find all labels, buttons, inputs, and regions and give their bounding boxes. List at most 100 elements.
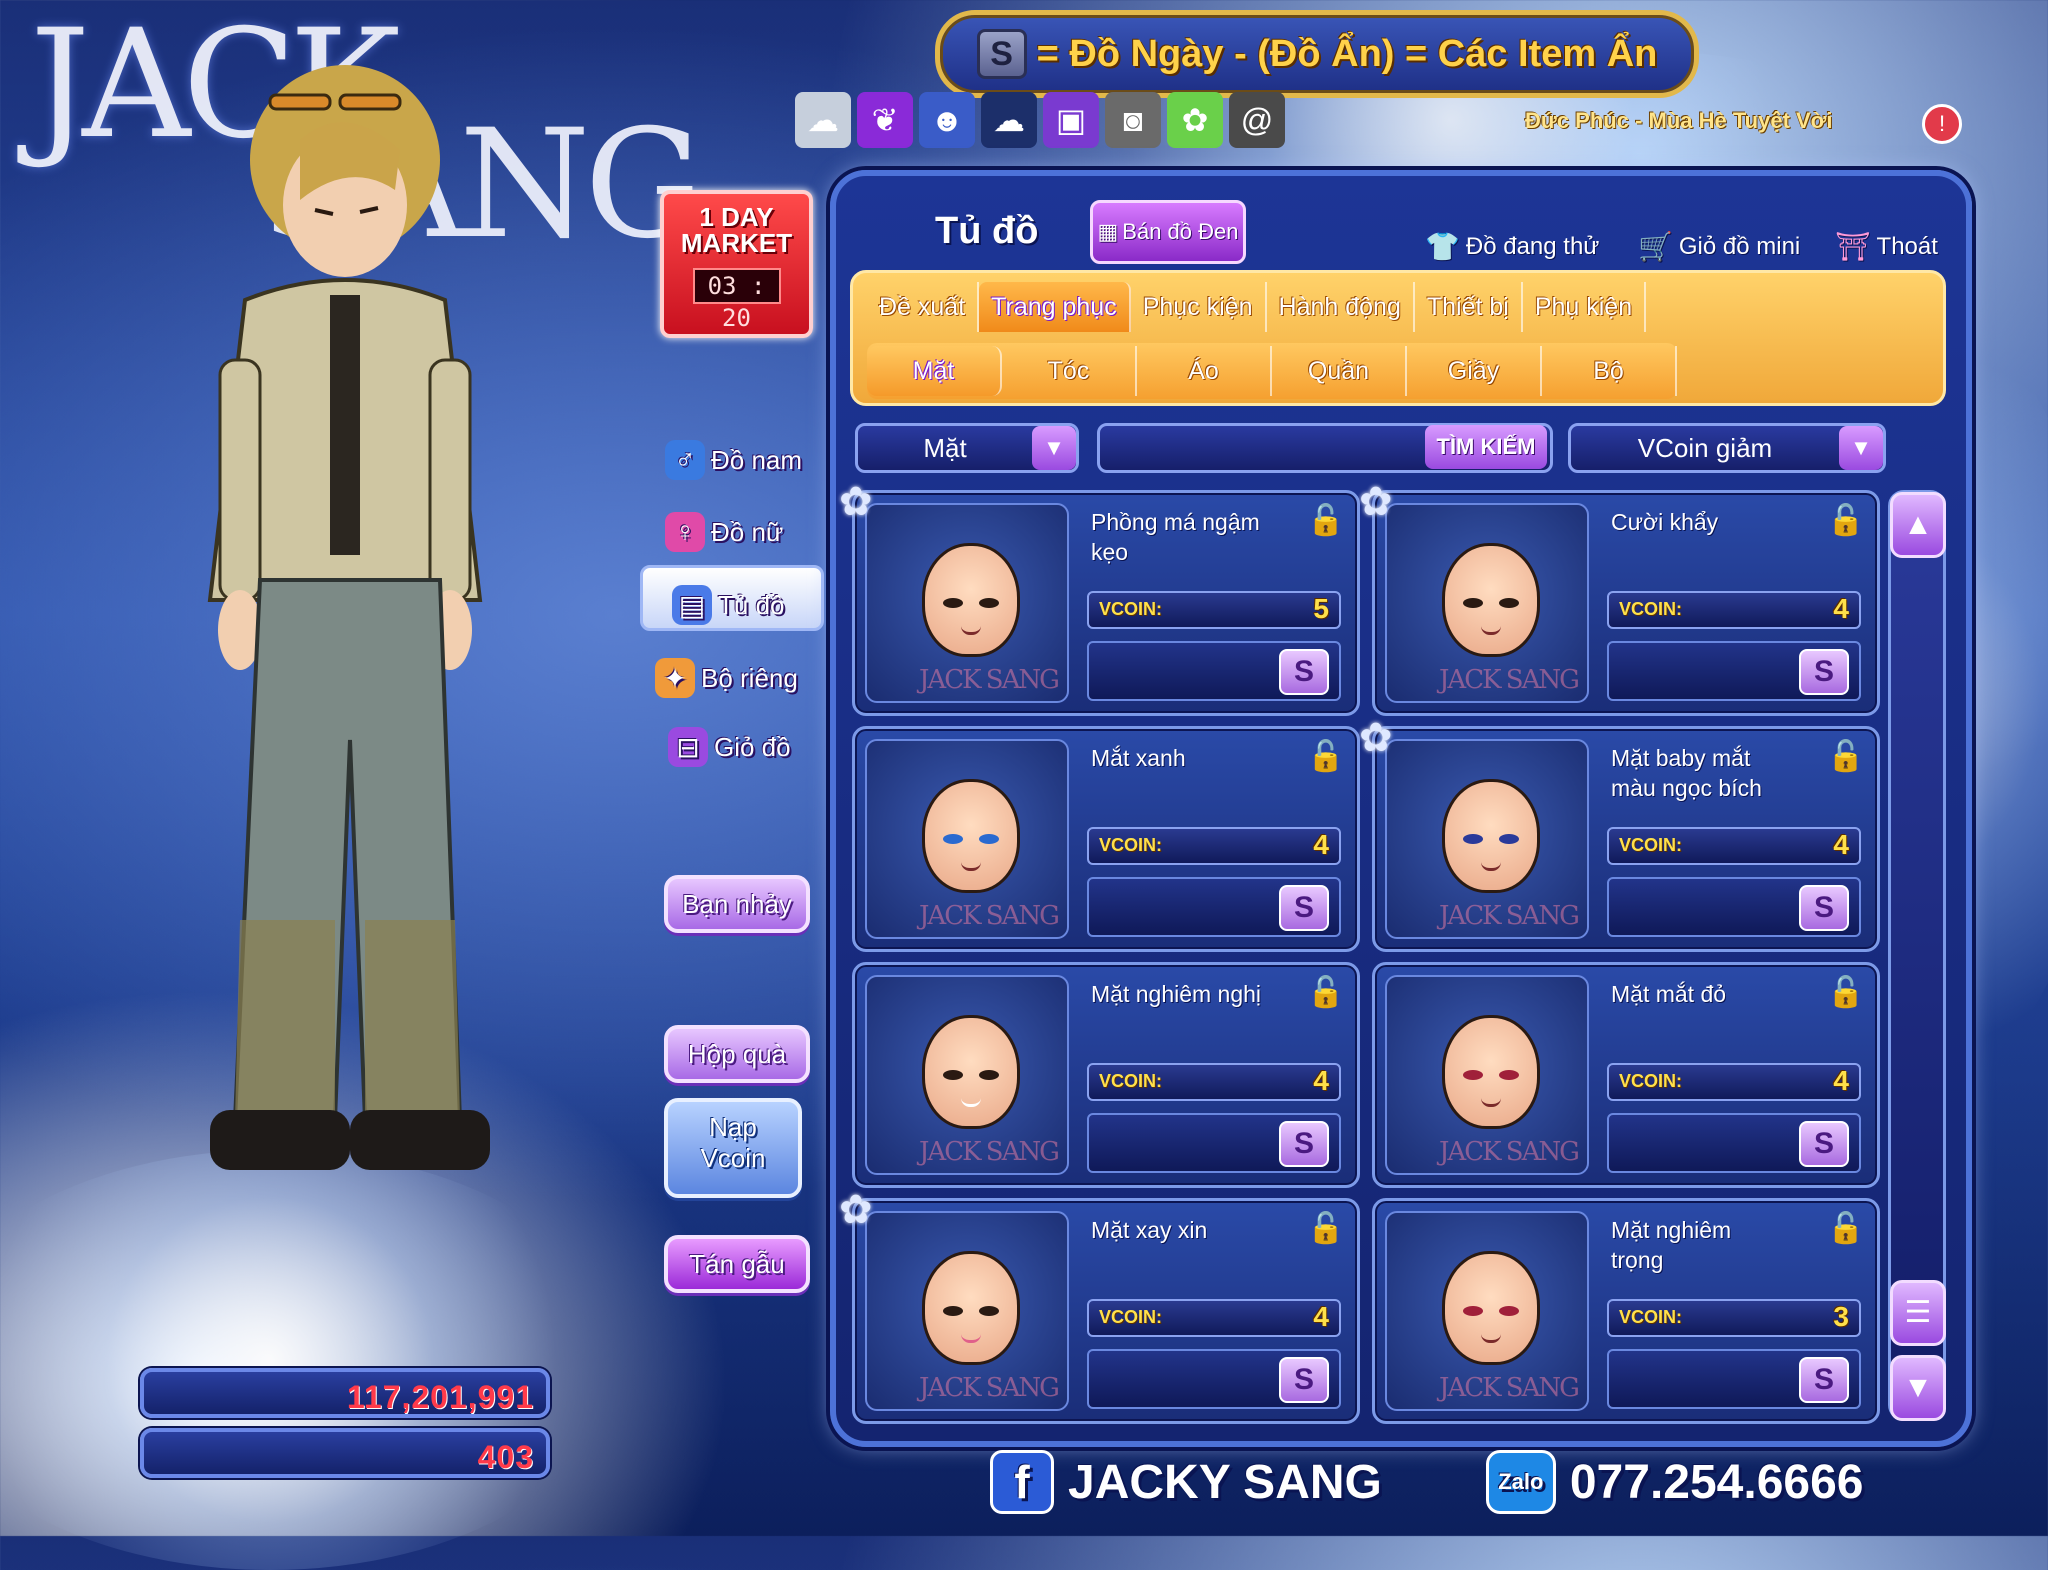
subtab-set[interactable]: Bộ	[1542, 346, 1677, 396]
subtab-shoes[interactable]: Giầy	[1407, 346, 1542, 396]
s-buy-button[interactable]: S	[1279, 649, 1329, 695]
lock-icon[interactable]: 🔓	[1827, 975, 1864, 1015]
scroll-down-icon[interactable]: ▼	[1890, 1355, 1946, 1421]
lock-icon[interactable]: 🔓	[1307, 503, 1344, 543]
lock-icon[interactable]: 🔓	[1307, 1211, 1344, 1251]
category-dropdown-value: Mặt	[923, 433, 967, 463]
feather-icon[interactable]: ❦	[857, 92, 913, 148]
subtab-shirt[interactable]: Áo	[1137, 346, 1272, 396]
chevron-down-icon: ▼	[1032, 426, 1076, 470]
tab-costume[interactable]: Trang phục	[979, 282, 1131, 332]
gift-box-button[interactable]: Hộp quà	[664, 1025, 810, 1083]
lock-icon[interactable]: 🔓	[1827, 739, 1864, 779]
market-title-line2: MARKET	[680, 228, 793, 258]
item-card[interactable]: JACK SANG ✿ Cười khẩy 🔓 VCOIN: 4 S	[1359, 480, 1880, 716]
item-name: Phồng má ngậm kẹo	[1091, 509, 1260, 565]
thumbnail-watermark: JACK SANG	[1439, 665, 1580, 695]
tab-equipment[interactable]: Thiết bị	[1415, 282, 1523, 332]
subtab-pants[interactable]: Quần	[1272, 346, 1407, 396]
subtab-face[interactable]: Mặt	[867, 346, 1002, 396]
list-menu-icon[interactable]: ☰	[1890, 1280, 1946, 1346]
dance-partner-button[interactable]: Bạn nhảy	[664, 875, 810, 933]
s-buy-button[interactable]: S	[1799, 885, 1849, 931]
face-preview-icon	[922, 543, 1020, 657]
garden-icon[interactable]: ✿	[1167, 92, 1223, 148]
category-dropdown[interactable]: Mặt ▼	[855, 423, 1079, 473]
player-avatar[interactable]	[150, 40, 540, 1190]
item-card[interactable]: JACK SANG Mặt mắt đỏ 🔓 VCOIN: 4 S	[1372, 962, 1880, 1188]
tab-accessories-2[interactable]: Phụ kiện	[1523, 282, 1647, 332]
phone-number: 077.254.6666	[1569, 1455, 1864, 1509]
item-thumbnail: JACK SANG	[1385, 1211, 1589, 1411]
buy-bar: S	[1087, 641, 1341, 701]
side-item-women[interactable]: ♀ Đồ nữ	[665, 512, 783, 552]
lock-icon[interactable]: 🔓	[1827, 503, 1864, 543]
item-price: 3	[1833, 1301, 1849, 1332]
subtab-hair[interactable]: Tóc	[1002, 346, 1137, 396]
search-button[interactable]: TÌM KIẾM	[1425, 425, 1547, 469]
s-buy-button[interactable]: S	[1799, 1357, 1849, 1403]
thumbnail-watermark: JACK SANG	[919, 1373, 1060, 1403]
side-item-private-set[interactable]: ✦ Bộ riêng	[655, 658, 798, 698]
thumbnail-watermark: JACK SANG	[919, 901, 1060, 931]
vcoin-label: VCOIN:	[1099, 1071, 1162, 1091]
mini-basket-link[interactable]: 🛒 Giỏ đồ mini	[1638, 230, 1800, 263]
alert-icon[interactable]: !	[1922, 104, 1962, 144]
buy-bar: S	[1607, 1349, 1861, 1409]
item-card[interactable]: JACK SANG Mắt xanh 🔓 VCOIN: 4 S	[852, 726, 1360, 952]
side-item-label: Giỏ đồ	[714, 731, 791, 762]
item-thumbnail: JACK SANG	[865, 975, 1069, 1175]
sort-dropdown-value: VCoin giảm	[1637, 433, 1773, 463]
lock-icon[interactable]: 🔓	[1307, 739, 1344, 779]
s-buy-button[interactable]: S	[1279, 1357, 1329, 1403]
facebook-name: JACKY SANG	[1068, 1455, 1382, 1509]
item-thumbnail: JACK SANG	[865, 739, 1069, 939]
side-item-basket[interactable]: ⊟ Giỏ đồ	[668, 727, 791, 767]
dark-cloud-icon[interactable]: ☁	[981, 92, 1037, 148]
photo-icon[interactable]: ◙	[1105, 92, 1161, 148]
s-buy-button[interactable]: S	[1799, 1121, 1849, 1167]
s-buy-button[interactable]: S	[1279, 1121, 1329, 1167]
item-card[interactable]: JACK SANG ✿ Phồng má ngậm kẹo 🔓 VCOIN: 5…	[839, 480, 1360, 716]
one-day-market-button[interactable]: 1 DAY MARKET 03 : 20	[660, 190, 813, 338]
tab-actions[interactable]: Hành động	[1267, 282, 1415, 332]
buy-bar: S	[1607, 641, 1861, 701]
item-card[interactable]: JACK SANG ✿ Mặt xay xin 🔓 VCOIN: 4 S	[839, 1188, 1360, 1424]
exit-link[interactable]: ⛩ Thoát	[1835, 230, 1938, 263]
lock-icon[interactable]: 🔓	[1307, 975, 1344, 1015]
face-preview-icon	[1442, 1251, 1540, 1365]
map-icon: ▦	[1097, 219, 1119, 244]
tab-accessories-1[interactable]: Phục kiện	[1131, 282, 1267, 332]
tv-icon[interactable]: ▣	[1043, 92, 1099, 148]
panel-title: Tủ đồ	[935, 210, 1039, 252]
vcoin-label: VCOIN:	[1099, 1307, 1162, 1327]
lock-icon[interactable]: 🔓	[1827, 1211, 1864, 1251]
thumbnail-watermark: JACK SANG	[1439, 901, 1580, 931]
item-name: Mặt nghiêm nghị	[1091, 981, 1262, 1007]
market-timer: 03 : 20	[692, 268, 781, 332]
trying-on-link[interactable]: 👕 Đồ đang thử	[1425, 230, 1599, 263]
item-name: Mặt mắt đỏ	[1611, 981, 1727, 1007]
s-badge-icon: S	[976, 29, 1027, 79]
item-card[interactable]: JACK SANG ✿ Mặt baby mắt màu ngọc bích 🔓…	[1359, 716, 1880, 952]
scroll-up-icon[interactable]: ▲	[1890, 492, 1946, 558]
chat-button[interactable]: Tán gẫu	[664, 1235, 810, 1293]
item-card[interactable]: JACK SANG Mặt nghiêm trọng 🔓 VCOIN: 3 S	[1372, 1198, 1880, 1424]
item-thumbnail: JACK SANG	[1385, 739, 1589, 939]
s-buy-button[interactable]: S	[1799, 649, 1849, 695]
main-tab-row: Đề xuất Trang phục Phục kiện Hành động T…	[867, 279, 1647, 335]
side-item-wardrobe[interactable]: ▤ Tủ đồ	[672, 585, 785, 625]
owl-icon[interactable]: ☻	[919, 92, 975, 148]
buy-bar: S	[1607, 1113, 1861, 1173]
cloud-icon[interactable]: ☁	[795, 92, 851, 148]
item-price: 4	[1313, 1065, 1329, 1096]
item-card[interactable]: JACK SANG Mặt nghiêm nghị 🔓 VCOIN: 4 S	[852, 962, 1360, 1188]
black-map-button[interactable]: ▦ Bán đồ Đen	[1090, 200, 1246, 264]
tab-suggested[interactable]: Đề xuất	[867, 282, 980, 332]
ribbon-icon: ✿	[1359, 480, 1393, 524]
side-item-men[interactable]: ♂ Đồ nam	[665, 440, 802, 480]
sort-dropdown[interactable]: VCoin giảm ▼	[1568, 423, 1886, 473]
snail-icon[interactable]: @	[1229, 92, 1285, 148]
topup-vcoin-button[interactable]: Nạp Vcoin	[664, 1098, 802, 1198]
s-buy-button[interactable]: S	[1279, 885, 1329, 931]
